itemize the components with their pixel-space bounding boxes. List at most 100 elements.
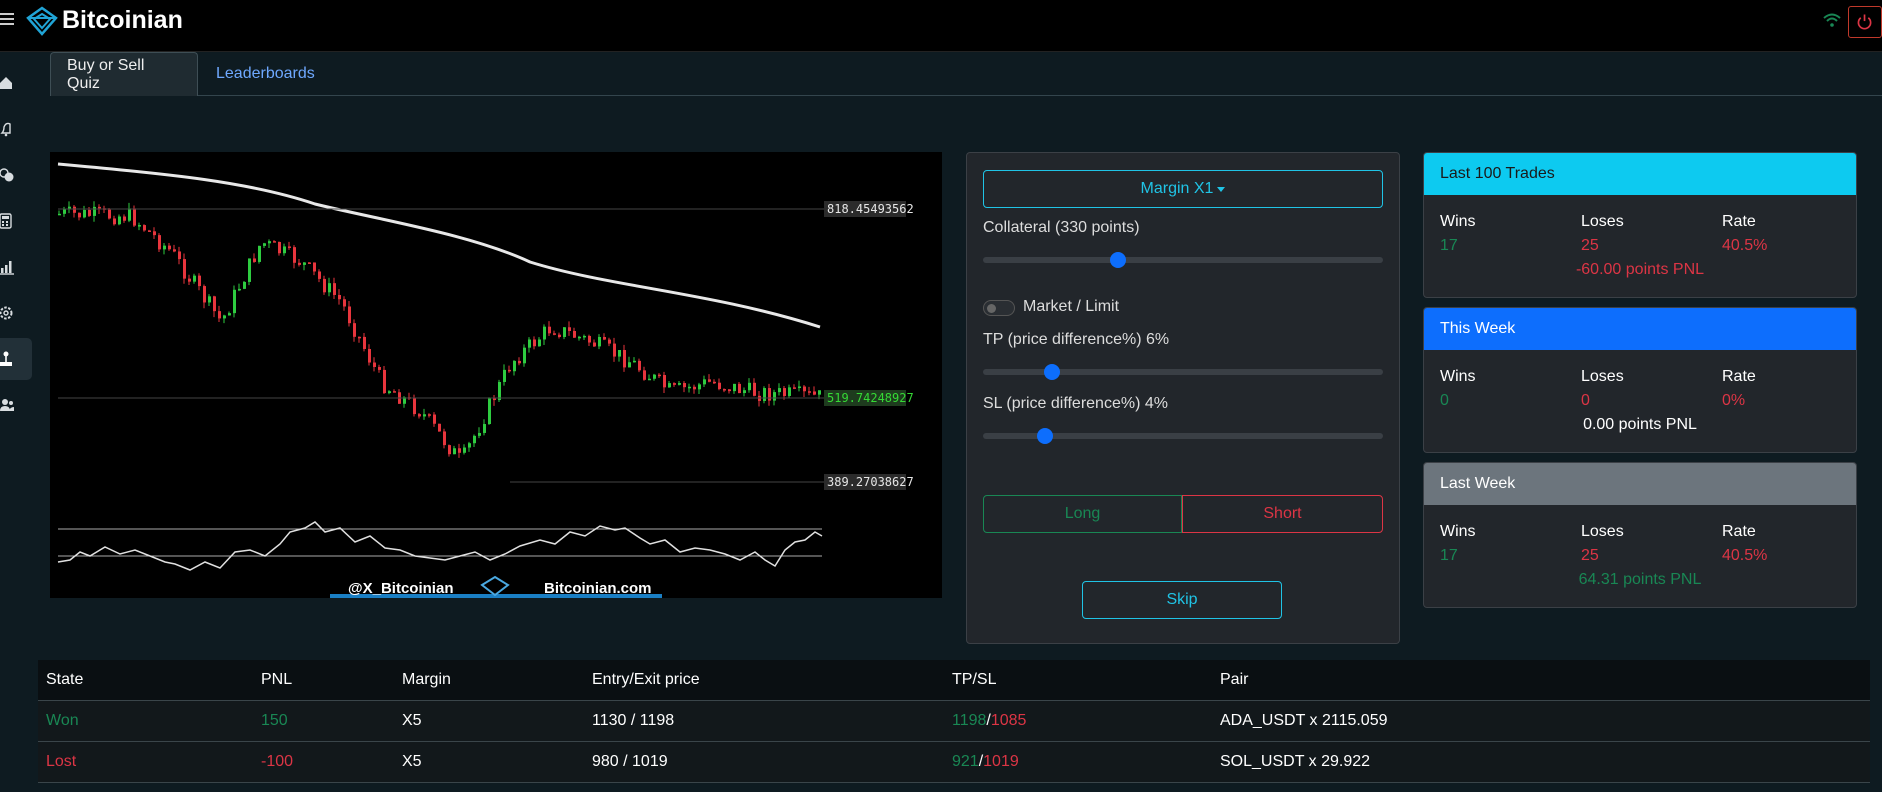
- rate-label: Rate: [1722, 523, 1756, 540]
- menu-icon[interactable]: [0, 10, 14, 28]
- stats-card-this-week: This Week Wins Loses Rate 0 0 0% 0.00 po…: [1423, 307, 1857, 453]
- logo-icon: [26, 6, 58, 36]
- trade-form-panel: Margin X1 Collateral (330 points) Market…: [966, 152, 1400, 644]
- market-limit-label: Market / Limit: [1023, 298, 1120, 315]
- users-icon: [0, 399, 14, 411]
- power-icon: [1857, 14, 1872, 30]
- long-button[interactable]: Long: [983, 495, 1182, 533]
- bell-icon: [0, 122, 11, 137]
- collateral-slider-thumb[interactable]: [1109, 252, 1126, 268]
- price-level-3: 389.27038627: [827, 475, 914, 489]
- pnl-value: 0.00 points PNL: [1583, 416, 1697, 433]
- sidebar-item-charts[interactable]: [0, 246, 32, 288]
- pnl-value: -60.00 points PNL: [1575, 261, 1705, 278]
- column-header-margin: Margin: [402, 671, 451, 688]
- sidebar-item-quiz[interactable]: [0, 338, 32, 380]
- state-cell: Lost: [46, 753, 77, 770]
- tp-slider[interactable]: [983, 361, 1383, 381]
- pair-cell: SOL_USDT x 29.922: [1220, 753, 1371, 770]
- loses-value: 0: [1581, 392, 1590, 409]
- column-header-pair: Pair: [1220, 671, 1249, 688]
- tab-bar: Buy or Sell Quiz Leaderboards: [50, 52, 1882, 96]
- entry-exit-cell: 980 / 1019: [592, 753, 668, 770]
- margin-dropdown-label: Margin X1: [1140, 180, 1214, 197]
- loses-label: Loses: [1581, 523, 1624, 540]
- pair-cell: ADA_USDT x 2115.059: [1220, 712, 1388, 729]
- trades-table: State PNL Margin Entry/Exit price TP/SL …: [38, 660, 1870, 783]
- app-title[interactable]: Bitcoinian: [62, 6, 183, 35]
- wins-label: Wins: [1440, 368, 1476, 385]
- sidebar-item-users[interactable]: [0, 384, 32, 426]
- stats-card-header: Last 100 Trades: [1424, 153, 1856, 195]
- pnl-cell: -100: [261, 753, 294, 770]
- bar-chart-icon: [0, 261, 14, 275]
- watermark-site: Bitcoinian.com: [544, 580, 652, 597]
- pnl-cell: 150: [261, 712, 288, 729]
- rate-value: 40.5%: [1722, 237, 1768, 254]
- stats-card-last-100-trades: Last 100 Trades Wins Loses Rate 17 25 40…: [1423, 152, 1857, 298]
- table-row: Lost -100 X5 980 / 1019 921/1019 SOL_USD…: [38, 742, 1870, 783]
- skip-button[interactable]: Skip: [1082, 581, 1282, 619]
- tp-sl-cell: 1198/1085: [952, 701, 1026, 741]
- stats-card-header: This Week: [1424, 308, 1856, 350]
- column-header-tp-sl: TP/SL: [952, 671, 997, 688]
- coins-icon: [0, 168, 14, 182]
- sl-value: 1085: [990, 712, 1027, 729]
- moving-average-line: [57, 162, 821, 329]
- sidebar-item-coins[interactable]: [0, 154, 32, 196]
- sl-label: SL (price difference%) 4%: [983, 395, 1168, 412]
- home-icon: [0, 77, 12, 89]
- sidebar-item-notifications[interactable]: [0, 108, 32, 150]
- top-navbar: Bitcoinian: [0, 0, 1882, 52]
- gear-icon: [0, 306, 13, 320]
- margin-cell: X5: [402, 712, 422, 729]
- tp-label: TP (price difference%) 6%: [983, 331, 1170, 348]
- table-header-row: State PNL Margin Entry/Exit price TP/SL …: [38, 660, 1870, 701]
- sidebar: [0, 52, 34, 792]
- wins-label: Wins: [1440, 523, 1476, 540]
- price-chart: 818.45493562 519.74248927 389.27038627 @…: [50, 152, 942, 598]
- short-button[interactable]: Short: [1182, 495, 1383, 533]
- wins-label: Wins: [1440, 213, 1476, 230]
- wifi-icon: [1823, 13, 1841, 27]
- wins-value: 0: [1440, 392, 1449, 409]
- collateral-label: Collateral (330 points): [983, 219, 1140, 236]
- sidebar-item-home[interactable]: [0, 62, 32, 104]
- margin-cell: X5: [402, 753, 422, 770]
- wins-value: 17: [1440, 237, 1458, 254]
- tab-buy-or-sell-quiz[interactable]: Buy or Sell Quiz: [50, 52, 198, 96]
- tab-leaderboards[interactable]: Leaderboards: [200, 52, 331, 96]
- loses-value: 25: [1581, 547, 1599, 564]
- rate-value: 40.5%: [1722, 547, 1768, 564]
- tp-sl-cell: 921/1019: [952, 742, 1019, 782]
- loses-label: Loses: [1581, 368, 1624, 385]
- market-limit-toggle[interactable]: [983, 300, 1015, 316]
- logout-button[interactable]: [1848, 6, 1882, 38]
- sidebar-item-settings[interactable]: [0, 292, 32, 334]
- column-header-state: State: [46, 671, 84, 688]
- sl-slider-thumb[interactable]: [1036, 428, 1053, 444]
- rate-value: 0%: [1722, 392, 1746, 409]
- tp-value: 1198: [952, 712, 987, 729]
- watermark-handle: @X_Bitcoinian: [348, 580, 453, 597]
- loses-value: 25: [1581, 237, 1599, 254]
- calculator-icon: [0, 213, 12, 229]
- chevron-down-icon: [1217, 186, 1226, 192]
- loses-label: Loses: [1581, 213, 1624, 230]
- tp-slider-thumb[interactable]: [1044, 364, 1061, 380]
- pnl-value: 64.31 points PNL: [1578, 571, 1702, 588]
- sl-value: 1019: [983, 753, 1019, 770]
- margin-dropdown[interactable]: Margin X1: [983, 170, 1383, 208]
- rate-label: Rate: [1722, 213, 1756, 230]
- collateral-slider[interactable]: [983, 249, 1383, 269]
- price-level-2: 519.74248927: [827, 391, 914, 405]
- sidebar-item-calculator[interactable]: [0, 200, 32, 242]
- state-cell: Won: [46, 712, 79, 729]
- joystick-icon: [0, 351, 12, 366]
- column-header-pnl: PNL: [261, 671, 293, 688]
- sl-slider[interactable]: [983, 425, 1383, 445]
- tp-value: 921: [952, 753, 979, 770]
- candlestick-series: [58, 201, 821, 458]
- wins-value: 17: [1440, 547, 1458, 564]
- price-level-1: 818.45493562: [827, 202, 914, 216]
